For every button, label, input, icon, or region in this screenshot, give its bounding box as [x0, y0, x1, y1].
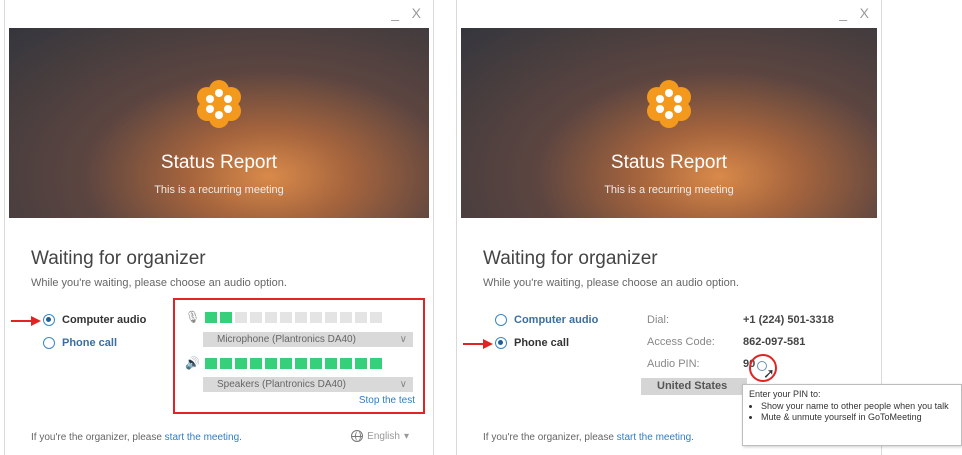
- organizer-footer: If you're the organizer, please start th…: [31, 432, 242, 443]
- level-bar: [355, 357, 367, 369]
- microphone-select[interactable]: Microphone (Plantronics DA40) ∨: [203, 332, 413, 347]
- footer-text: If you're the organizer, please: [483, 432, 614, 443]
- speaker-icon: 🔊: [185, 356, 200, 370]
- phone-call-option[interactable]: Phone call: [43, 337, 117, 349]
- level-bar: [250, 357, 262, 369]
- stop-test-link[interactable]: Stop the test: [359, 395, 415, 406]
- gotomeeting-flower-icon: [197, 80, 241, 128]
- tooltip-list: Show your name to other people when you …: [761, 401, 955, 423]
- mouse-cursor-icon: ➚: [763, 365, 775, 381]
- level-bar: [370, 311, 382, 323]
- minimize-button[interactable]: _: [839, 6, 847, 20]
- level-bar: [205, 311, 217, 323]
- level-bar: [355, 311, 367, 323]
- meeting-title: Status Report: [610, 152, 728, 173]
- language-label: English: [367, 430, 400, 442]
- microphone-device-label: Microphone (Plantronics DA40): [217, 334, 356, 345]
- red-arrow-icon: [463, 339, 493, 349]
- phone-call-option[interactable]: Phone call: [495, 337, 569, 349]
- start-meeting-link[interactable]: start the meeting.: [165, 432, 242, 443]
- level-bar: [235, 311, 247, 323]
- window-titlebar: _ X: [457, 0, 881, 28]
- computer-audio-label: Computer audio: [514, 314, 599, 326]
- waiting-instructions: While you're waiting, please choose an a…: [31, 277, 287, 289]
- level-bar: [295, 357, 307, 369]
- country-select[interactable]: United States: [641, 378, 747, 395]
- radio-selected-icon[interactable]: [43, 314, 55, 326]
- tooltip-item: Show your name to other people when you …: [761, 401, 955, 412]
- level-bar: [340, 311, 352, 323]
- meeting-subtitle: This is a recurring meeting: [154, 184, 284, 196]
- close-button[interactable]: X: [860, 6, 869, 20]
- level-bar: [310, 311, 322, 323]
- access-code-value: 862-097-581: [743, 336, 806, 348]
- microphone-level-row: 🎙: [185, 310, 413, 324]
- computer-audio-label: Computer audio: [62, 314, 147, 326]
- phone-call-label: Phone call: [514, 337, 570, 349]
- level-bar: [220, 311, 232, 323]
- level-bar: [280, 357, 292, 369]
- microphone-icon: 🎙: [185, 310, 201, 324]
- speaker-level-meter: [205, 357, 382, 369]
- meeting-banner: Status Report This is a recurring meetin…: [461, 28, 877, 218]
- level-bar: [310, 357, 322, 369]
- audio-pin-label: Audio PIN:: [647, 358, 700, 370]
- level-bar: [325, 311, 337, 323]
- language-selector[interactable]: English ▾: [351, 430, 409, 442]
- level-bar: [340, 357, 352, 369]
- dial-number: +1 (224) 501-3318: [743, 314, 834, 326]
- level-bar: [370, 357, 382, 369]
- access-code-label: Access Code:: [647, 336, 715, 348]
- chevron-down-icon: ∨: [399, 334, 407, 345]
- phone-call-label: Phone call: [62, 337, 118, 349]
- dial-label: Dial:: [647, 314, 670, 326]
- footer-text: If you're the organizer, please: [31, 432, 162, 443]
- level-bar: [220, 357, 232, 369]
- audio-pin-tooltip: Enter your PIN to: Show your name to oth…: [742, 384, 962, 446]
- start-meeting-link[interactable]: start the meeting.: [617, 432, 694, 443]
- gotomeeting-flower-icon: [647, 80, 691, 128]
- globe-icon: [351, 430, 364, 442]
- waiting-heading: Waiting for organizer: [31, 248, 206, 269]
- close-button[interactable]: X: [412, 6, 421, 20]
- level-bar: [295, 311, 307, 323]
- speaker-level-row: 🔊: [185, 356, 413, 370]
- meeting-subtitle: This is a recurring meeting: [604, 184, 734, 196]
- radio-unselected-icon[interactable]: [43, 337, 55, 349]
- computer-audio-option[interactable]: Computer audio: [43, 314, 146, 326]
- level-bar: [265, 357, 277, 369]
- microphone-level-meter: [205, 311, 382, 323]
- level-bar: [280, 311, 292, 323]
- radio-unselected-icon[interactable]: [495, 314, 507, 326]
- minimize-button[interactable]: _: [391, 6, 399, 20]
- audio-test-panel: 🎙 Microphone (Plantronics DA40) ∨ 🔊 Spea…: [173, 298, 425, 414]
- level-bar: [235, 357, 247, 369]
- radio-selected-icon[interactable]: [495, 337, 507, 349]
- caret-down-icon: ▾: [403, 430, 409, 442]
- tooltip-item: Mute & unmute yourself in GoToMeeting: [761, 412, 955, 423]
- window-titlebar: _ X: [5, 0, 433, 28]
- chevron-down-icon: ∨: [399, 379, 407, 390]
- meeting-title: Status Report: [160, 152, 278, 173]
- computer-audio-window: _ X Status Report This is a recurring me…: [4, 0, 434, 455]
- waiting-heading: Waiting for organizer: [483, 248, 658, 269]
- level-bar: [325, 357, 337, 369]
- speaker-select[interactable]: Speakers (Plantronics DA40) ∨: [203, 377, 413, 392]
- speaker-device-label: Speakers (Plantronics DA40): [217, 379, 346, 390]
- level-bar: [265, 311, 277, 323]
- meeting-banner: Status Report This is a recurring meetin…: [9, 28, 429, 218]
- computer-audio-option[interactable]: Computer audio: [495, 314, 598, 326]
- organizer-footer: If you're the organizer, please start th…: [483, 432, 694, 443]
- waiting-instructions: While you're waiting, please choose an a…: [483, 277, 739, 289]
- audio-pin-info-button[interactable]: ➚: [749, 354, 777, 382]
- red-arrow-icon: [11, 316, 41, 326]
- level-bar: [250, 311, 262, 323]
- tooltip-heading: Enter your PIN to:: [749, 389, 821, 399]
- level-bar: [205, 357, 217, 369]
